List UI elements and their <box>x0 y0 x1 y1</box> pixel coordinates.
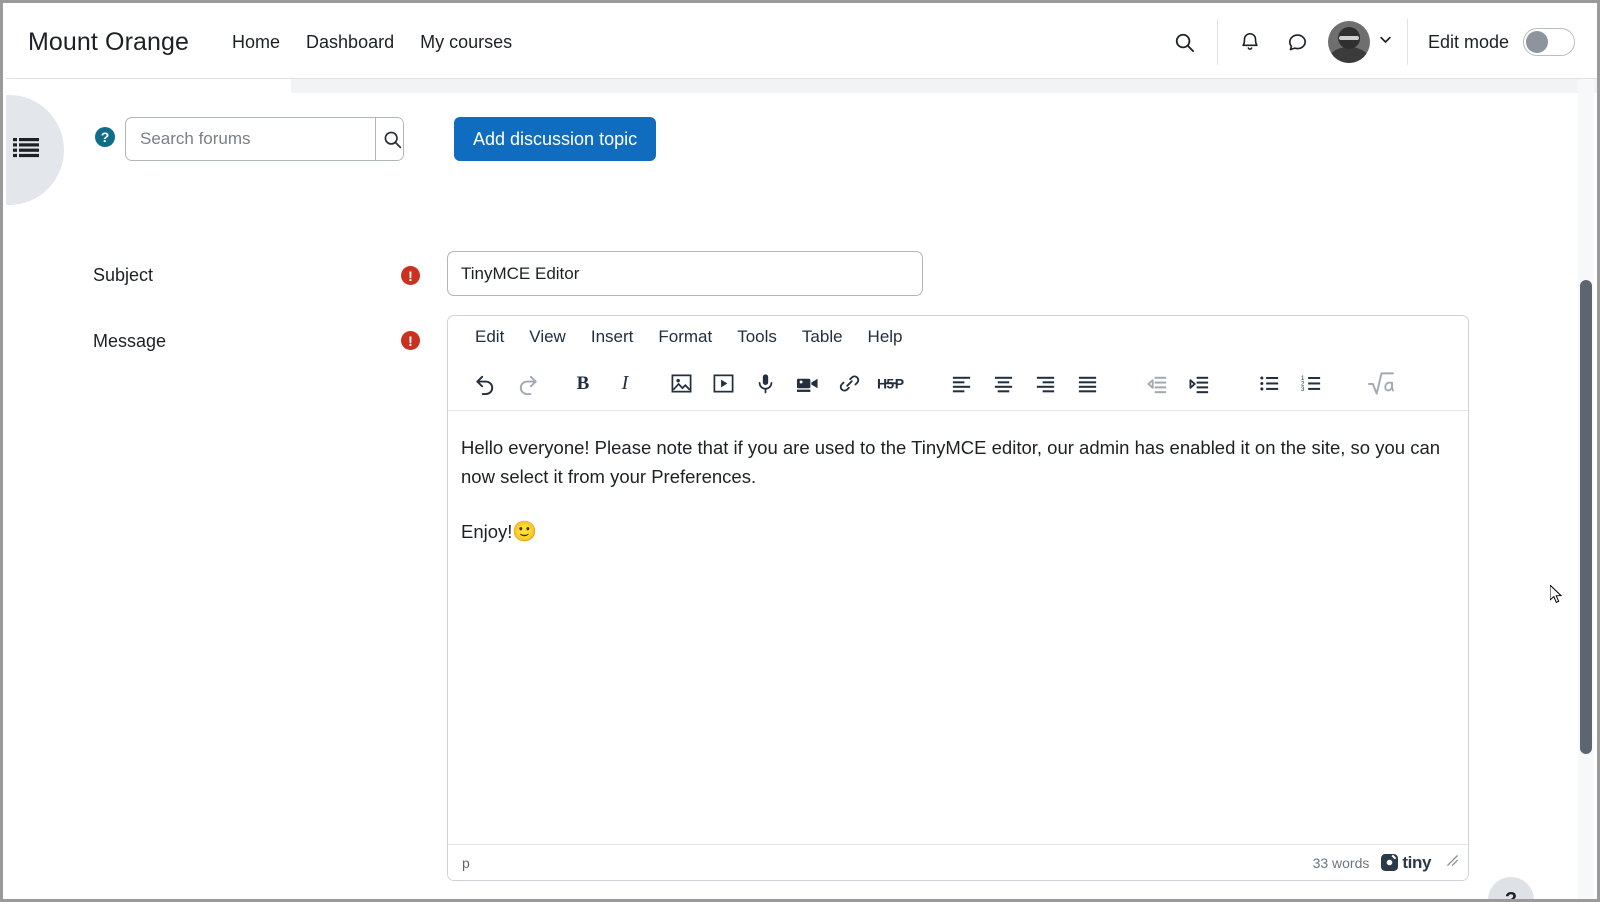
tinymce-toolbar: B I H P 1 2 3 <box>448 357 1468 411</box>
subject-required-icon: ! <box>401 266 420 285</box>
subject-label: Subject <box>93 265 154 285</box>
help-icon[interactable]: ? <box>95 127 115 147</box>
search-forums-box <box>125 117 404 161</box>
mce-menu-table[interactable]: Table <box>793 324 852 350</box>
h5p-icon[interactable]: H 5 P <box>870 364 912 404</box>
outdent-icon <box>1136 364 1178 404</box>
forum-search-row: ? Add discussion topic <box>6 117 1597 177</box>
add-discussion-topic-button[interactable]: Add discussion topic <box>454 117 657 161</box>
subject-input[interactable] <box>447 251 923 296</box>
align-justify-icon[interactable] <box>1066 364 1108 404</box>
italic-glyph: I <box>621 372 629 394</box>
message-required-icon: ! <box>401 331 420 350</box>
tinymce-content-area[interactable]: Hello everyone! Please note that if you … <box>448 411 1468 844</box>
tinymce-statusbar: p 33 words tiny <box>448 844 1468 880</box>
redo-icon <box>506 364 548 404</box>
mce-menu-insert[interactable]: Insert <box>582 324 643 350</box>
mce-menu-help[interactable]: Help <box>859 324 912 350</box>
bullet-list-icon[interactable] <box>1248 364 1290 404</box>
message-label: Message <box>93 331 167 351</box>
message-paragraph-1: Hello everyone! Please note that if you … <box>461 437 1441 488</box>
italic-icon[interactable]: I <box>604 364 646 404</box>
tiny-mark-icon <box>1381 854 1399 871</box>
avatar[interactable] <box>1327 21 1370 63</box>
bold-icon[interactable]: B <box>562 364 604 404</box>
search-submit-button[interactable] <box>375 118 403 160</box>
mce-menu-view[interactable]: View <box>520 324 575 350</box>
message-paragraph-2-text: Enjoy! <box>461 521 513 543</box>
site-brand[interactable]: Mount Orange <box>28 28 189 57</box>
browser-frame: Mount Orange Home Dashboard My courses E… <box>0 0 1600 902</box>
message-icon[interactable] <box>1274 18 1322 66</box>
vertical-scrollbar-thumb[interactable] <box>1580 280 1592 754</box>
nav-home[interactable]: Home <box>232 32 280 53</box>
help-floating-button[interactable]: ? <box>1488 877 1534 899</box>
word-count: 33 words <box>1312 854 1370 871</box>
page-content: ? Add discussion topic Subject ! Message… <box>6 79 1597 899</box>
tiny-logo[interactable]: tiny <box>1381 853 1431 873</box>
align-left-icon[interactable] <box>940 364 982 404</box>
mce-menu-format[interactable]: Format <box>649 324 721 350</box>
edit-mode-control[interactable]: Edit mode <box>1428 28 1575 56</box>
indent-icon[interactable] <box>1178 364 1220 404</box>
tinymce-menubar: Edit View Insert Format Tools Table Help <box>448 316 1468 357</box>
site-navbar: Mount Orange Home Dashboard My courses E… <box>6 6 1597 79</box>
primary-nav: Home Dashboard My courses <box>232 32 512 53</box>
navbar-divider-1 <box>1216 19 1218 65</box>
bold-glyph: B <box>576 372 590 394</box>
align-center-icon[interactable] <box>982 364 1024 404</box>
toggle-knob <box>1526 31 1548 53</box>
navbar-right: Edit mode <box>1161 6 1597 78</box>
chevron-down-icon <box>1378 32 1393 52</box>
bell-icon[interactable] <box>1226 18 1274 66</box>
tiny-wordmark: tiny <box>1402 852 1431 872</box>
search-input[interactable] <box>126 118 375 160</box>
mce-menu-edit[interactable]: Edit <box>466 324 513 350</box>
smiley-emoji-icon: 🙂 <box>512 521 538 544</box>
mce-menu-tools[interactable]: Tools <box>728 324 786 350</box>
link-icon[interactable] <box>828 364 870 404</box>
align-right-icon[interactable] <box>1024 364 1066 404</box>
search-icon[interactable] <box>1161 18 1209 66</box>
image-icon[interactable] <box>660 364 702 404</box>
edit-mode-label: Edit mode <box>1427 31 1509 52</box>
edit-mode-toggle[interactable] <box>1523 28 1575 56</box>
equation-icon <box>1360 364 1402 404</box>
user-menu[interactable] <box>1322 21 1399 63</box>
svg-text:3: 3 <box>1300 386 1304 393</box>
element-path[interactable]: p <box>462 855 470 871</box>
navbar-divider-2 <box>1406 19 1408 65</box>
media-icon[interactable] <box>702 364 744 404</box>
nav-dashboard[interactable]: Dashboard <box>306 32 394 53</box>
undo-icon[interactable] <box>464 364 506 404</box>
page-top-strip <box>291 79 1597 93</box>
numbered-list-icon[interactable]: 1 2 3 <box>1290 364 1332 404</box>
statusbar-right: 33 words tiny <box>1313 853 1460 873</box>
tinymce-editor: Edit View Insert Format Tools Table Help <box>447 315 1469 881</box>
microphone-icon[interactable] <box>744 364 786 404</box>
resize-handle-icon[interactable] <box>1443 853 1460 872</box>
video-camera-icon[interactable] <box>786 364 828 404</box>
nav-my-courses[interactable]: My courses <box>420 32 512 53</box>
message-paragraph-2: Enjoy!🙂 <box>461 517 1452 549</box>
